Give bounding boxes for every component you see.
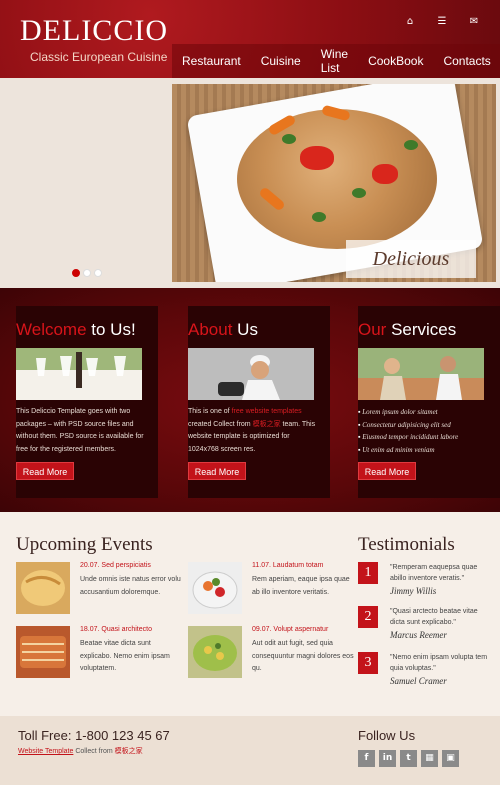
title-rest: Us: [232, 320, 258, 339]
main-nav: Restaurant Cuisine Wine List CookBook Co…: [172, 44, 500, 78]
event-item: 20.07. Sed perspiciatis Unde omnis iste …: [16, 562, 181, 618]
panel-about: About Us This is one of free website tem…: [188, 306, 330, 498]
event-date[interactable]: 20.07. Sed perspiciatis: [80, 562, 151, 569]
read-more-button[interactable]: Read More: [16, 462, 74, 480]
testimonial-number: 2: [358, 606, 378, 628]
site-logo[interactable]: DELICCIO: [20, 14, 168, 48]
toll-free-number: Toll Free: 1-800 123 45 67: [18, 728, 170, 743]
pasta-thumb-image[interactable]: [16, 562, 70, 614]
facebook-icon[interactable]: f: [358, 750, 375, 767]
event-text: Unde omnis iste natus error volu accusan…: [80, 576, 181, 596]
salad-thumb-image[interactable]: [188, 626, 242, 678]
moban-footer-link[interactable]: 模板之家: [115, 748, 143, 755]
event-date[interactable]: 09.07. Volupt aspernatur: [252, 626, 328, 633]
services-list: Lorem ipsum dolor sitamet Consectetur ad…: [358, 406, 500, 456]
testimonial-text: "Quasi arctecto beatae vitae dicta sunt …: [390, 608, 478, 626]
event-item: 09.07. Volupt aspernatur Aut odit aut fu…: [188, 626, 354, 682]
slider-dots: [72, 269, 102, 277]
herb-shape: [282, 134, 296, 144]
event-item: 11.07. Laudatum totam Rem aperiam, eaque…: [188, 562, 350, 618]
social-icons: f in t ▦ ▣: [358, 750, 459, 767]
list-item: Ut enim ad minim veniam: [358, 444, 500, 457]
website-template-link[interactable]: Website Template: [18, 748, 73, 755]
chef-image: [188, 348, 314, 400]
event-text: Aut odit aut fugit, sed quia consequuntu…: [252, 640, 354, 672]
event-date[interactable]: 18.07. Quasi architecto: [80, 626, 152, 633]
tomato-shape: [372, 164, 398, 184]
event-item: 18.07. Quasi architecto Beatae vitae dic…: [16, 626, 176, 682]
list-item: Eiusmod tempor incididunt labore: [358, 431, 500, 444]
testimonial-number: 1: [358, 562, 378, 584]
sitemap-icon[interactable]: ☰: [436, 16, 448, 27]
list-item: Lorem ipsum dolor sitamet: [358, 406, 500, 419]
event-text: Beatae vitae dicta sunt explicabo. Nemo …: [80, 640, 170, 672]
linkedin-icon[interactable]: in: [379, 750, 396, 767]
nav-restaurant[interactable]: Restaurant: [172, 54, 251, 68]
delicious-icon[interactable]: ▦: [421, 750, 438, 767]
event-text: Rem aperiam, eaque ipsa quae ab illo inv…: [252, 576, 350, 596]
testimonial-number: 3: [358, 652, 378, 674]
wine-glasses-image: [16, 348, 142, 400]
title-rest: Services: [386, 320, 457, 339]
testimonial-author: Jimmy Willis: [390, 586, 437, 596]
free-templates-link[interactable]: free website templates: [232, 408, 302, 415]
panel-title: About Us: [188, 320, 330, 340]
testimonial-item: 3 "Nemo enim ipsam volupta tem quia volu…: [358, 652, 488, 696]
events-heading: Upcoming Events: [16, 534, 153, 555]
top-icons: ⌂ ☰ ✉: [404, 16, 480, 27]
lasagna-thumb-image[interactable]: [16, 626, 70, 678]
text-part: created Collect from: [188, 420, 253, 428]
read-more-button[interactable]: Read More: [358, 462, 416, 480]
read-more-button[interactable]: Read More: [188, 462, 246, 480]
title-accent: About: [188, 320, 233, 339]
nav-wine-list[interactable]: Wine List: [311, 47, 358, 75]
panel-text: This is one of free website templates cr…: [188, 406, 318, 456]
rss-icon[interactable]: ▣: [442, 750, 459, 767]
herb-shape: [404, 140, 418, 150]
testimonial-author: Marcus Reemer: [390, 630, 447, 640]
list-item: Consectetur adipisicing elit sed: [358, 419, 500, 432]
slider-dot-1[interactable]: [72, 269, 80, 277]
panel-services: Our Services Lorem ipsum dolor sitamet C…: [358, 306, 500, 498]
seafood-thumb-image[interactable]: [188, 562, 242, 614]
title-rest: to Us!: [86, 320, 136, 339]
testimonial-author: Samuel Cramer: [390, 676, 447, 686]
event-date[interactable]: 11.07. Laudatum totam: [252, 562, 323, 569]
herb-shape: [352, 188, 366, 198]
slider-dot-3[interactable]: [94, 269, 102, 277]
slider-dot-2[interactable]: [83, 269, 91, 277]
home-icon[interactable]: ⌂: [404, 16, 416, 27]
testimonials-heading: Testimonials: [358, 534, 455, 555]
testimonial-item: 2 "Quasi arctecto beatae vitae dicta sun…: [358, 606, 488, 650]
site-tagline: Classic European Cuisine: [30, 50, 168, 64]
testimonial-text: "Nemo enim ipsam volupta tem quia volupt…: [390, 654, 488, 672]
nav-contacts[interactable]: Contacts: [433, 54, 500, 68]
pasta-shape: [237, 109, 437, 249]
site-header: DELICCIO Classic European Cuisine ⌂ ☰ ✉ …: [0, 0, 500, 78]
nav-cuisine[interactable]: Cuisine: [251, 54, 311, 68]
title-accent: Welcome: [16, 320, 87, 339]
panel-title: Our Services: [358, 320, 500, 340]
panel-text: This Deliccio Template goes with two pac…: [16, 408, 144, 453]
title-accent: Our: [358, 320, 387, 339]
testimonial-item: 1 "Remperam eaquepsa quae abillo invento…: [358, 562, 488, 606]
hero-caption: Delicious: [346, 240, 476, 278]
moban-link[interactable]: 模板之家: [253, 421, 281, 428]
couple-dining-image: [358, 348, 484, 400]
tomato-shape: [300, 146, 334, 170]
panel-title: Welcome to Us!: [16, 320, 158, 340]
panel-welcome: Welcome to Us! This Deliccio Template go…: [16, 306, 158, 498]
copy-text: Collect from: [73, 748, 115, 755]
testimonial-text: "Remperam eaquepsa quae abillo inventore…: [390, 564, 478, 582]
follow-us-heading: Follow Us: [358, 728, 416, 743]
herb-shape: [312, 212, 326, 222]
nav-cookbook[interactable]: CookBook: [358, 54, 433, 68]
text-part: This is one of: [188, 408, 232, 415]
site-footer: Toll Free: 1-800 123 45 67 Website Templ…: [0, 716, 500, 785]
copyright: Website Template Collect from 模板之家: [18, 746, 143, 756]
mail-icon[interactable]: ✉: [468, 16, 480, 27]
twitter-icon[interactable]: t: [400, 750, 417, 767]
